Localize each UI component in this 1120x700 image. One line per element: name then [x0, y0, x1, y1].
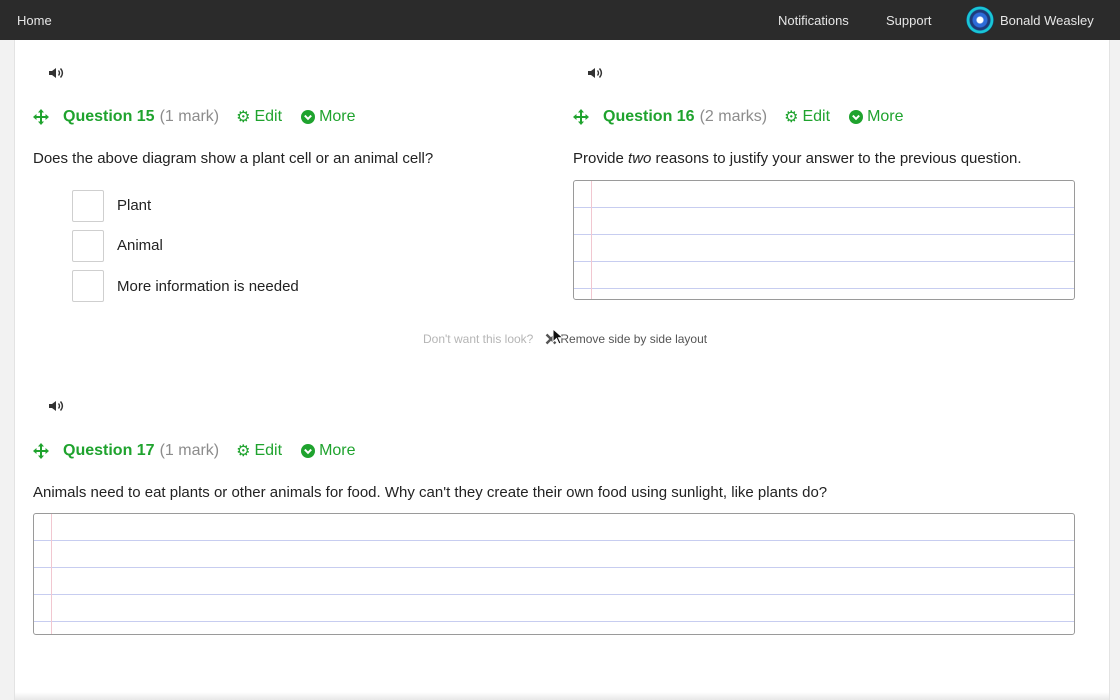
question-marks: (1 mark) — [159, 108, 220, 125]
answer-textarea[interactable] — [573, 180, 1075, 300]
chevron-down-circle-icon — [301, 444, 316, 458]
speaker-icon[interactable] — [48, 66, 66, 80]
gear-icon: ⚙ — [784, 109, 799, 126]
option-checkbox-animal[interactable] — [72, 230, 104, 262]
page-bottom-fade — [15, 692, 1109, 700]
edit-button[interactable]: ⚙ Edit — [236, 107, 282, 127]
question-16-header: Question 16 (2 marks) ⚙ Edit More — [573, 107, 904, 127]
move-icon[interactable] — [33, 443, 49, 459]
option-checkbox-plant[interactable] — [72, 190, 104, 222]
more-label: More — [319, 108, 356, 125]
question-marks: (2 marks) — [699, 108, 768, 125]
avatar[interactable] — [966, 6, 994, 34]
option-label[interactable]: Animal — [117, 237, 163, 254]
more-label: More — [319, 442, 356, 459]
question-17-header: Question 17 (1 mark) ⚙ Edit More — [33, 441, 356, 461]
more-button[interactable]: More — [301, 108, 356, 126]
edit-label: Edit — [254, 108, 283, 125]
layout-notice: Don't want this look? Remove side by sid… — [423, 332, 707, 346]
cursor-icon — [552, 328, 564, 345]
remove-side-by-side-button[interactable]: Remove side by side layout — [545, 332, 707, 346]
notifications-link[interactable]: Notifications — [778, 13, 849, 28]
home-link[interactable]: Home — [17, 13, 52, 28]
more-button[interactable]: More — [301, 442, 356, 460]
gear-icon: ⚙ — [236, 109, 251, 126]
option-label[interactable]: More information is needed — [117, 278, 299, 295]
more-label: More — [867, 108, 904, 125]
chevron-down-circle-icon — [849, 110, 864, 124]
question-text-emphasis: two — [628, 150, 652, 167]
quiz-page: Question 15 (1 mark) ⚙ Edit More Does th… — [14, 40, 1110, 700]
option-label[interactable]: Plant — [117, 197, 151, 214]
question-text: Does the above diagram show a plant cell… — [33, 150, 434, 167]
more-button[interactable]: More — [849, 108, 904, 126]
question-marks: (1 mark) — [159, 442, 220, 459]
user-name[interactable]: Bonald Weasley — [1000, 13, 1094, 28]
question-title[interactable]: Question 15 — [63, 108, 155, 126]
layout-notice-prompt: Don't want this look? — [423, 332, 534, 346]
question-text-part: reasons to justify your answer to the pr… — [651, 150, 1022, 167]
question-text: Provide two reasons to justify your answ… — [573, 150, 1022, 167]
edit-button[interactable]: ⚙ Edit — [784, 107, 830, 127]
edit-label: Edit — [802, 108, 831, 125]
speaker-icon[interactable] — [587, 66, 605, 80]
question-title[interactable]: Question 17 — [63, 442, 155, 460]
option-checkbox-more-info[interactable] — [72, 270, 104, 302]
question-title[interactable]: Question 16 — [603, 108, 695, 126]
gear-icon: ⚙ — [236, 443, 251, 460]
question-text-part: Provide — [573, 150, 629, 167]
edit-label: Edit — [254, 442, 283, 459]
remove-side-by-side-label: Remove side by side layout — [560, 332, 708, 346]
move-icon[interactable] — [33, 109, 49, 125]
edit-button[interactable]: ⚙ Edit — [236, 441, 282, 461]
chevron-down-circle-icon — [301, 110, 316, 124]
question-15-header: Question 15 (1 mark) ⚙ Edit More — [33, 107, 356, 127]
top-navigation-bar: Home Notifications Support Bonald Weasle… — [0, 0, 1120, 40]
support-link[interactable]: Support — [886, 13, 932, 28]
speaker-icon[interactable] — [48, 399, 66, 413]
answer-textarea[interactable] — [33, 513, 1075, 635]
move-icon[interactable] — [573, 109, 589, 125]
question-text: Animals need to eat plants or other anim… — [33, 484, 828, 501]
